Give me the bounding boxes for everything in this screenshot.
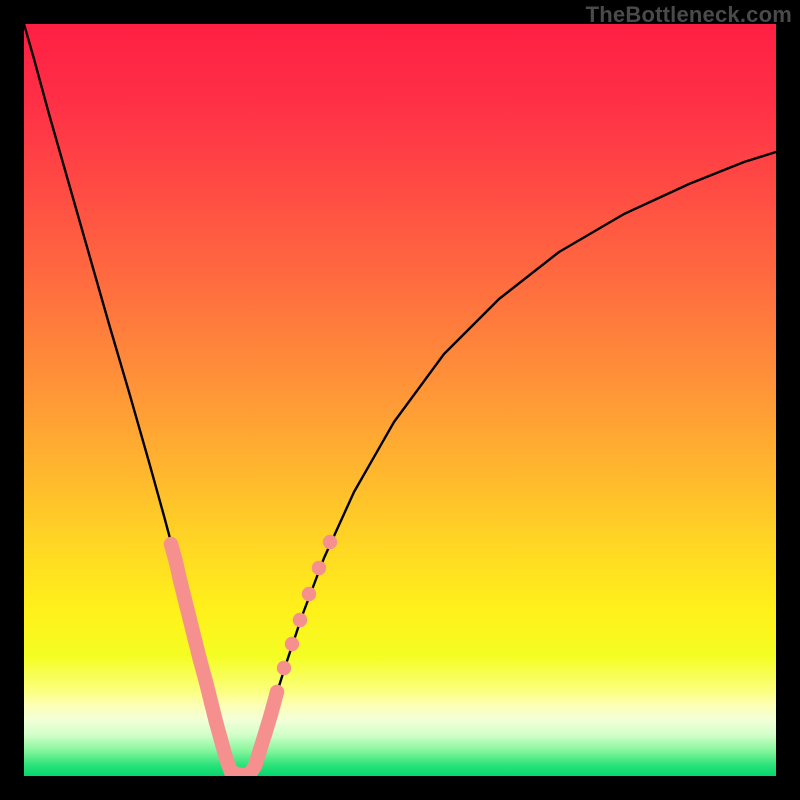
series-right-branch — [252, 152, 776, 776]
marker-dot — [277, 661, 291, 675]
plot-area — [24, 24, 776, 776]
chart-frame: TheBottleneck.com — [0, 0, 800, 800]
marker-dot — [312, 561, 326, 575]
marker-dot — [293, 613, 307, 627]
marker-dot — [323, 535, 337, 549]
chart-curves — [24, 24, 776, 776]
marker-dot — [270, 685, 284, 699]
marker-dot — [302, 587, 316, 601]
marker-dot — [285, 637, 299, 651]
